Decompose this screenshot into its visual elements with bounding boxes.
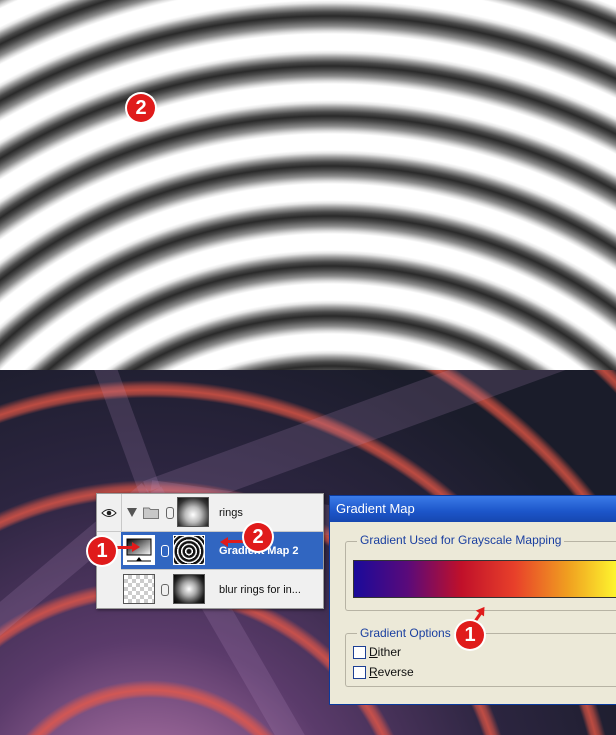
reverse-label-text: everse bbox=[377, 665, 414, 679]
group-label-options: Gradient Options bbox=[357, 626, 454, 640]
layer-row-group[interactable]: rings bbox=[97, 494, 323, 532]
folder-icon bbox=[143, 507, 159, 519]
step-badge-1-layers: 1 bbox=[88, 537, 116, 565]
layer-thumbnail bbox=[123, 574, 155, 604]
dialog-title: Gradient Map bbox=[336, 501, 415, 516]
expand-triangle-icon[interactable] bbox=[127, 508, 137, 517]
gradient-preview-bar[interactable] bbox=[353, 560, 616, 598]
reverse-label[interactable]: Reverse bbox=[369, 665, 414, 679]
layer-thumbnail bbox=[177, 497, 209, 527]
badge-number: 2 bbox=[135, 96, 147, 119]
visibility-toggle[interactable] bbox=[97, 494, 122, 531]
mask-thumbnail bbox=[173, 535, 205, 565]
dither-label-text: ither bbox=[377, 645, 402, 659]
light-streak bbox=[50, 370, 161, 495]
grayscale-rings-canvas bbox=[0, 0, 616, 370]
layers-panel: rings Gradient Map 2 blur rings for in..… bbox=[96, 493, 324, 609]
step-badge-2-layers: 2 bbox=[244, 523, 272, 551]
dialog-titlebar[interactable]: Gradient Map bbox=[330, 496, 616, 522]
mask-thumbnail bbox=[173, 574, 205, 604]
layer-row-blur-rings[interactable]: blur rings for in... bbox=[121, 570, 323, 608]
step-badge-1-dialog: 1 bbox=[456, 621, 484, 649]
layer-name: blur rings for in... bbox=[219, 584, 301, 596]
group-label-mapping: Gradient Used for Grayscale Mapping bbox=[357, 533, 565, 547]
reverse-accelerator: R bbox=[369, 665, 378, 679]
badge-number: 1 bbox=[96, 539, 108, 562]
layer-name: rings bbox=[219, 507, 243, 519]
dither-label[interactable]: Dither bbox=[369, 645, 401, 659]
link-icon bbox=[161, 545, 169, 557]
badge-number: 2 bbox=[252, 525, 264, 548]
reverse-checkbox[interactable] bbox=[353, 666, 366, 679]
eye-icon bbox=[101, 508, 117, 517]
badge-number: 1 bbox=[464, 623, 476, 646]
link-icon bbox=[166, 507, 174, 519]
dither-checkbox[interactable] bbox=[353, 646, 366, 659]
link-icon bbox=[161, 584, 169, 596]
dither-accelerator: D bbox=[369, 645, 378, 659]
step-badge-2-top: 2 bbox=[127, 94, 155, 122]
